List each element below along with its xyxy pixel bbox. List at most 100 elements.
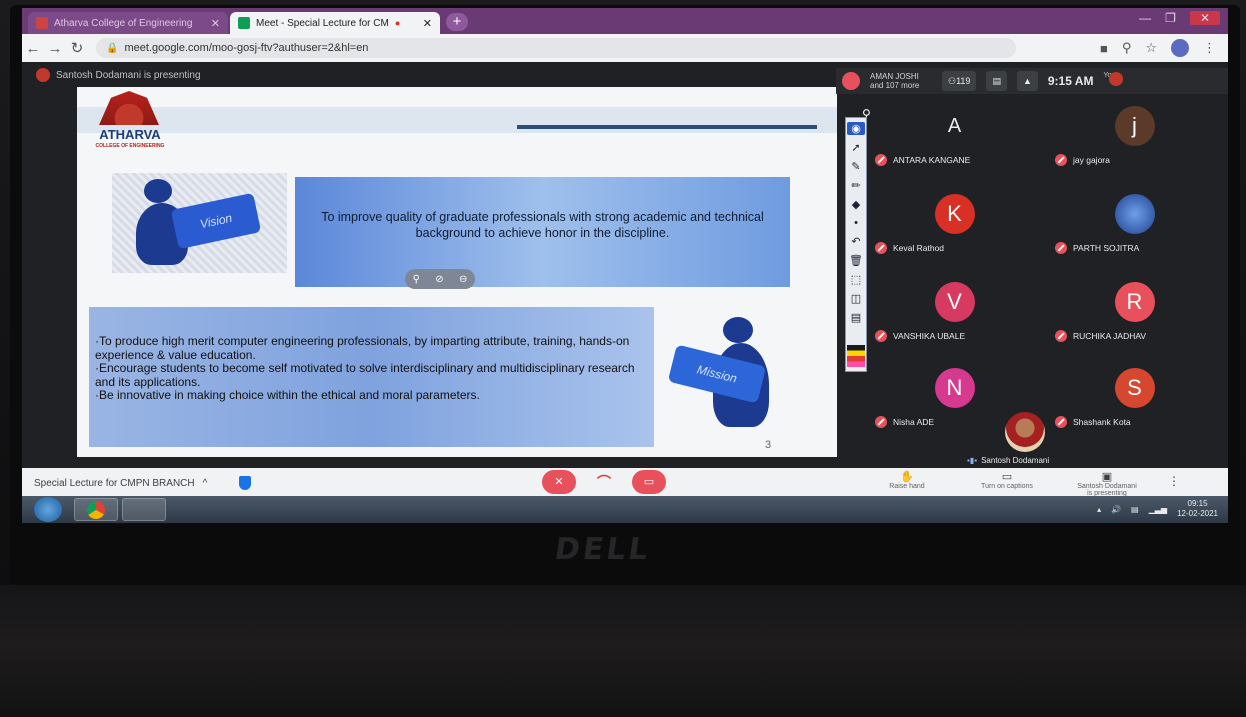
participant-avatar bbox=[1114, 194, 1155, 234]
captions-button[interactable]: ▭ Turn on captions bbox=[962, 470, 1052, 490]
raise-hand-button[interactable]: ✋ Raise hand bbox=[862, 470, 952, 490]
participant-avatar: R bbox=[1114, 282, 1155, 322]
new-tab-button[interactable]: + bbox=[446, 13, 468, 31]
highlighter-icon[interactable]: ✎ bbox=[851, 160, 860, 173]
dot-icon[interactable]: • bbox=[854, 217, 858, 229]
participant-name: ANTARA KANGANE bbox=[893, 155, 971, 165]
captions-icon: ▭ bbox=[1001, 471, 1013, 483]
pen-icon[interactable]: ✏ bbox=[851, 179, 860, 192]
meet-stage: Santosh Dodamani is presenting ATHARVA C… bbox=[22, 62, 1228, 468]
zoom-icon[interactable]: ⚲ bbox=[1122, 40, 1132, 56]
network-icon[interactable]: ▤ bbox=[1131, 505, 1139, 514]
cursor-arrow-icon[interactable]: ➚ bbox=[851, 141, 860, 154]
activities-button[interactable]: ▲ bbox=[1016, 71, 1038, 91]
participant-grid: A ANTARA KANGANE j jay gajora K Keval Ra… bbox=[867, 96, 1228, 466]
monitor-brand-logo: DELL bbox=[552, 532, 654, 567]
microphone-toggle-button[interactable]: ✕ bbox=[542, 470, 576, 494]
participant-avatar: V bbox=[934, 282, 975, 322]
undo-icon[interactable]: ↶ bbox=[851, 235, 860, 248]
slide-page-number: 3 bbox=[765, 439, 772, 451]
meeting-title: Special Lecture for CMPN BRANCH bbox=[34, 477, 195, 489]
camera-icon[interactable]: ◫ bbox=[851, 292, 861, 305]
shapes-icon: ▲ bbox=[1022, 76, 1032, 86]
window-close-icon[interactable]: ✕ bbox=[1189, 11, 1220, 25]
college-favicon-icon bbox=[36, 17, 48, 29]
participant-name: Nisha ADE bbox=[893, 417, 935, 427]
participant-name: VANSHIKA UBALE bbox=[893, 331, 966, 341]
minimize-icon[interactable]: — bbox=[1139, 11, 1151, 25]
address-bar[interactable]: 🔒 meet.google.com/moo-gosj-ftv?authuser=… bbox=[96, 38, 1016, 58]
present-screen-icon: ▣ bbox=[1101, 471, 1113, 483]
participant-tile[interactable]: R RUCHIKA JADHAV bbox=[1047, 272, 1222, 357]
chat-button[interactable]: ▤ bbox=[986, 71, 1007, 91]
profile-avatar-icon[interactable] bbox=[1171, 39, 1189, 57]
more-options-icon[interactable]: ⋮ bbox=[1168, 474, 1180, 488]
annotation-toolbar: ◉ ➚ ✎ ✏ ◆ • ↶ 🗑 ⬚ ◫ ▤ bbox=[845, 117, 867, 372]
tab-google-meet[interactable]: Meet - Special Lecture for CM ● ✕ bbox=[230, 12, 440, 34]
forward-arrow-icon[interactable]: → bbox=[44, 40, 66, 57]
self-view[interactable]: You bbox=[1103, 72, 1124, 90]
maximize-icon[interactable]: ❐ bbox=[1165, 11, 1176, 25]
recording-dot-icon: ● bbox=[394, 18, 401, 28]
participant-tile[interactable]: K Keval Rathod bbox=[867, 184, 1042, 269]
clipboard-icon[interactable]: ▤ bbox=[851, 311, 861, 324]
participant-tile[interactable]: j jay gajora bbox=[1047, 96, 1222, 181]
leave-call-button[interactable]: ⌒ bbox=[587, 470, 621, 494]
presenting-button[interactable]: ▣ Santosh Dodamani is presenting bbox=[1062, 470, 1152, 497]
shield-icon[interactable] bbox=[239, 476, 252, 490]
eraser-icon[interactable]: ◆ bbox=[852, 198, 860, 211]
eye-icon[interactable]: ◉ bbox=[847, 122, 865, 135]
camera-toggle-button[interactable]: ▭ bbox=[632, 470, 666, 494]
taskbar-chrome[interactable] bbox=[74, 498, 118, 521]
people-icon: ⚇ bbox=[948, 75, 957, 86]
vision-puzzle-piece: Vision bbox=[170, 192, 262, 250]
participant-avatar: K bbox=[934, 194, 975, 234]
photo-background: DELL Atharva College of Engineering ✕ Me… bbox=[0, 0, 1246, 717]
signal-icon[interactable]: ▁▃▅ bbox=[1149, 505, 1167, 514]
mic-muted-icon bbox=[875, 416, 887, 428]
mission-point: ·To produce high merit computer engineer… bbox=[95, 334, 630, 362]
participants-button[interactable]: ⚇ 119 bbox=[942, 71, 977, 91]
tab-atharva-college[interactable]: Atharva College of Engineering ✕ bbox=[28, 12, 228, 34]
close-icon[interactable]: ✕ bbox=[423, 17, 432, 30]
screenshot-icon[interactable]: ⬚ bbox=[851, 273, 861, 286]
camera-indicator-icon[interactable]: ■ bbox=[1100, 41, 1108, 56]
presenter-tile[interactable]: ▪▮▪ Santosh Dodamani bbox=[967, 412, 1117, 468]
chat-icon: ▤ bbox=[992, 75, 1001, 86]
speaker-avatar-icon bbox=[842, 72, 860, 90]
participant-tile[interactable]: V VANSHIKA UBALE bbox=[867, 272, 1042, 357]
participant-tile[interactable]: A ANTARA KANGANE bbox=[867, 96, 1042, 181]
meeting-details-button[interactable]: Special Lecture for CMPN BRANCH ^ bbox=[34, 476, 252, 490]
browser-menu-icon[interactable]: ⋮ bbox=[1203, 40, 1216, 56]
participant-name: PARTH SOJITRA bbox=[1073, 243, 1140, 253]
close-icon[interactable]: ✕ bbox=[211, 17, 220, 30]
back-arrow-icon[interactable]: ← bbox=[22, 40, 44, 57]
taskbar-clock[interactable]: 09:15 12-02-2021 bbox=[1177, 499, 1218, 519]
chrome-icon bbox=[87, 501, 105, 519]
taskbar-app[interactable] bbox=[122, 498, 166, 521]
meeting-clock: 9:15 AM bbox=[1047, 74, 1094, 88]
participant-avatar: S bbox=[1114, 368, 1155, 408]
volume-icon[interactable]: 🔊 bbox=[1111, 505, 1121, 514]
presenting-text: Santosh Dodamani is presenting bbox=[56, 69, 201, 81]
mission-statement: ·To produce high merit computer engineer… bbox=[89, 307, 654, 447]
remove-icon[interactable]: ⊖ bbox=[459, 274, 467, 285]
participant-name: jay gajora bbox=[1073, 155, 1110, 165]
mute-icon[interactable]: ⊘ bbox=[435, 274, 443, 285]
start-button[interactable] bbox=[34, 497, 62, 522]
tray-expand-icon[interactable]: ▴ bbox=[1097, 505, 1101, 514]
presenter-name: Santosh Dodamani bbox=[981, 456, 1050, 465]
color-palette[interactable] bbox=[847, 345, 865, 367]
hand-icon: ✋ bbox=[900, 471, 914, 483]
presenter-controls: ⚲ ⊘ ⊖ bbox=[405, 269, 475, 289]
reload-icon[interactable]: ↻ bbox=[66, 39, 88, 57]
participant-tile[interactable]: PARTH SOJITRA bbox=[1047, 184, 1222, 269]
trash-icon[interactable]: 🗑 bbox=[849, 254, 863, 267]
pin-icon[interactable]: ⚲ bbox=[413, 274, 420, 285]
self-avatar-icon bbox=[1109, 72, 1124, 86]
participant-avatar: j bbox=[1114, 106, 1155, 146]
mic-muted-icon bbox=[1055, 330, 1067, 342]
figure-head-icon bbox=[144, 179, 172, 203]
toolbar-icons: ■ ⚲ ☆ ⋮ bbox=[1100, 39, 1228, 57]
bookmark-star-icon[interactable]: ☆ bbox=[1145, 40, 1157, 56]
